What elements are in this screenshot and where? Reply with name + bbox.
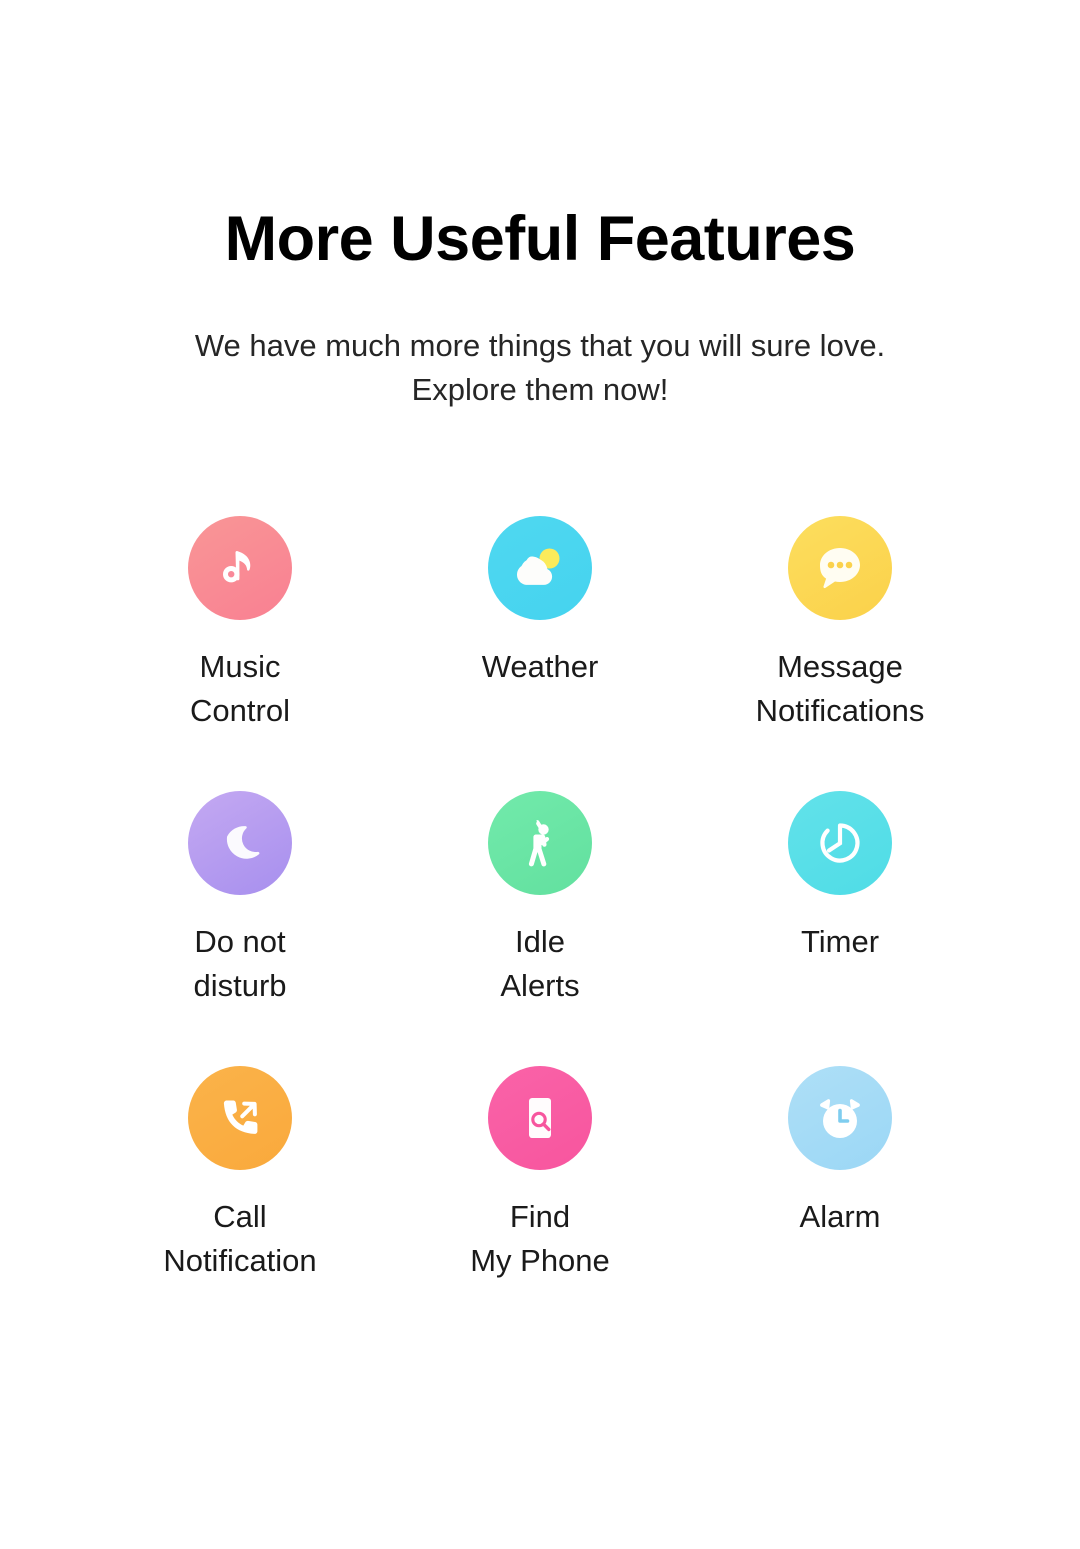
weather-icon-badge xyxy=(488,516,592,621)
phone-search-icon xyxy=(512,1090,568,1146)
alarm-clock-icon xyxy=(811,1089,869,1147)
feature-item-alarm[interactable]: Alarm xyxy=(690,1066,990,1341)
feature-label: Call Notification xyxy=(163,1199,317,1279)
feature-item-timer[interactable]: Timer xyxy=(690,791,990,1066)
cloud-sun-icon xyxy=(509,537,571,599)
alarm-icon-badge xyxy=(788,1066,892,1171)
feature-item-call-notification[interactable]: Call Notification xyxy=(90,1066,390,1341)
feature-label: Find My Phone xyxy=(470,1199,610,1279)
message-notifications-icon-badge xyxy=(788,516,892,621)
timer-icon-badge xyxy=(788,791,892,896)
music-note-icon xyxy=(210,538,270,598)
feature-item-weather[interactable]: Weather xyxy=(390,516,690,791)
call-notification-icon-badge xyxy=(188,1066,292,1171)
feature-item-idle-alerts[interactable]: Idle Alerts xyxy=(390,791,690,1066)
feature-item-message-notifications[interactable]: Message Notifications xyxy=(690,516,990,791)
page-title: More Useful Features xyxy=(224,204,856,274)
crescent-moon-icon xyxy=(213,816,267,870)
features-grid: Music Control Weather Message Notificati… xyxy=(0,412,1080,1341)
feature-label: Idle Alerts xyxy=(500,924,580,1004)
find-my-phone-icon-badge xyxy=(488,1066,592,1171)
features-page: More Useful Features We have much more t… xyxy=(0,0,1080,1549)
feature-label: Timer xyxy=(800,924,880,960)
feature-label: Alarm xyxy=(799,1199,881,1235)
speech-bubble-icon xyxy=(811,539,869,597)
feature-item-find-my-phone[interactable]: Find My Phone xyxy=(390,1066,690,1341)
page-header: More Useful Features We have much more t… xyxy=(0,0,1080,412)
idle-alerts-icon-badge xyxy=(488,791,592,896)
page-subtitle: We have much more things that you will s… xyxy=(194,328,886,408)
feature-label: Message Notifications xyxy=(755,649,925,729)
incoming-call-icon xyxy=(212,1090,268,1146)
feature-label: Weather xyxy=(481,649,599,685)
feature-item-do-not-disturb[interactable]: Do not disturb xyxy=(90,791,390,1066)
do-not-disturb-icon-badge xyxy=(188,791,292,896)
feature-label: Do not disturb xyxy=(193,924,287,1004)
music-control-icon-badge xyxy=(188,516,292,621)
feature-label: Music Control xyxy=(190,649,290,729)
stopwatch-icon xyxy=(811,814,869,872)
feature-item-music-control[interactable]: Music Control xyxy=(90,516,390,791)
stretching-person-icon xyxy=(512,815,568,871)
